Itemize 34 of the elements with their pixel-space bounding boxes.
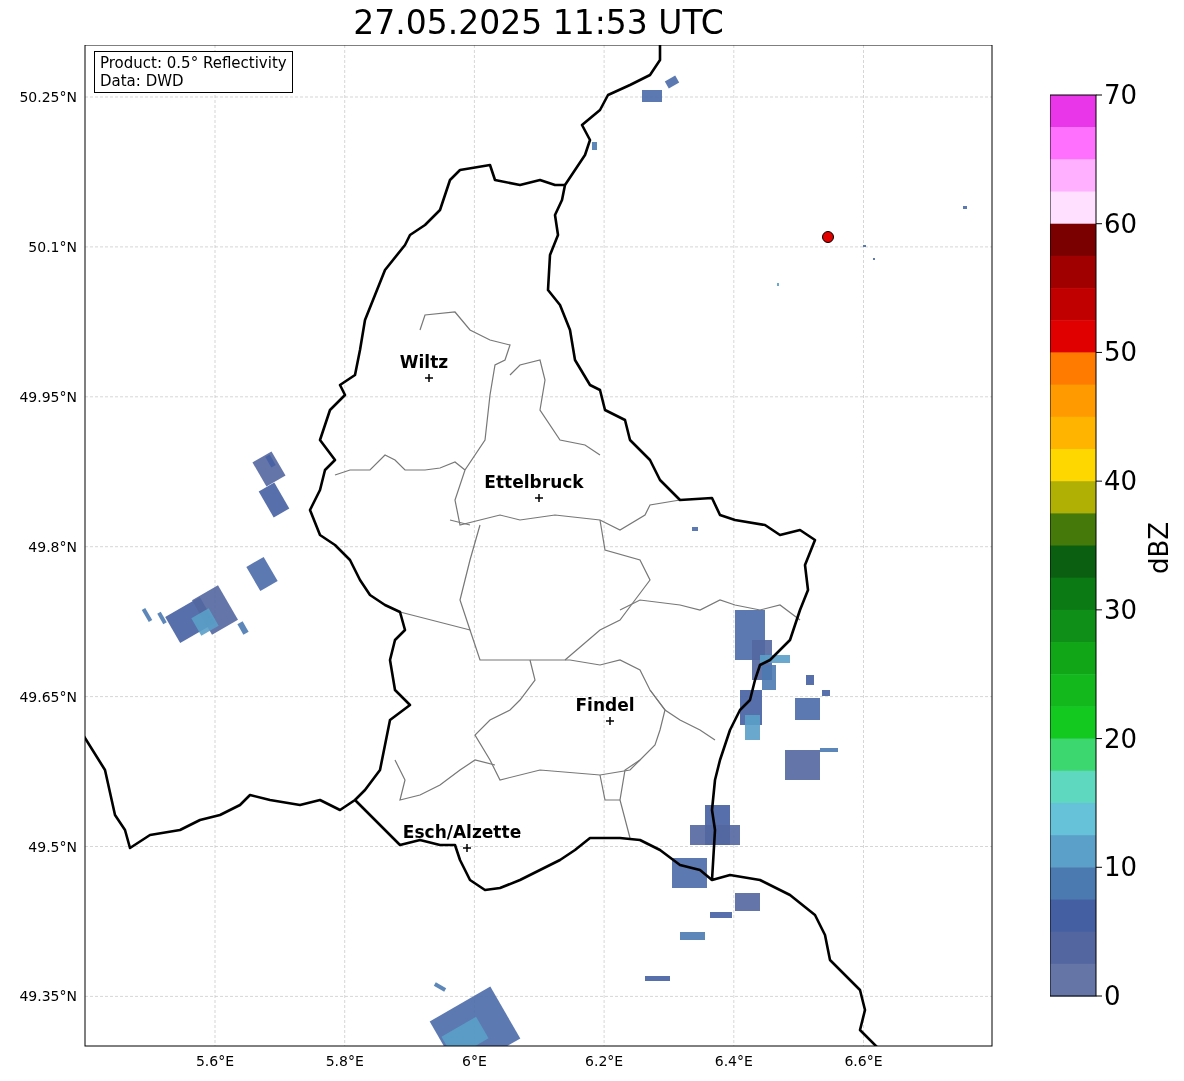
city-marker-icon	[605, 716, 615, 726]
colorbar-tick-label: 60	[1104, 208, 1138, 239]
axis-tick-label: 50.1°N	[28, 238, 77, 255]
colorbar-tick-label: 30	[1104, 594, 1138, 625]
info-text: Product: 0.5° Reflectivity	[100, 54, 287, 72]
city-label: Wiltz	[399, 352, 449, 372]
axis-tick-label: 5.6°E	[195, 1053, 235, 1069]
axis-tick-label: 49.95°N	[19, 388, 77, 405]
info-text: Data: DWD	[100, 72, 185, 90]
axis-tick-label: 6.2°E	[585, 1053, 624, 1069]
colorbar-tick-label: 0	[1104, 981, 1121, 1011]
axis-tick-label: 5.8°E	[325, 1053, 364, 1069]
city-label: Ettelbruck	[484, 472, 584, 492]
city-label: Findel	[575, 695, 635, 715]
colorbar-label: dBZ	[1144, 521, 1174, 575]
axis-tick-label: 6.6°E	[844, 1053, 883, 1069]
city-label: Esch/Alzette	[402, 822, 522, 842]
axis-tick-label: 6°E	[462, 1053, 487, 1069]
axis-tick-label: 6.4°E	[714, 1053, 753, 1069]
colorbar-tick-label: 40	[1104, 466, 1138, 497]
colorbar-tick-label: 50	[1104, 337, 1138, 368]
figure-title: 27.05.2025 11:53 UTC	[353, 3, 724, 44]
axis-tick-label: 50.25°N	[19, 89, 77, 105]
colorbar-tick-label: 20	[1104, 723, 1138, 754]
radar-site-icon	[822, 231, 834, 243]
city-marker-icon	[424, 373, 434, 383]
colorbar-tick-label: 70	[1104, 80, 1138, 110]
city-marker-icon	[462, 843, 472, 853]
axis-tick-label: 49.35°N	[19, 988, 77, 1005]
colorbar-tick-label: 10	[1104, 852, 1138, 883]
axis-tick-label: 49.5°N	[28, 838, 77, 855]
axis-tick-label: 49.8°N	[28, 538, 77, 555]
axis-tick-label: 49.65°N	[19, 688, 77, 705]
city-marker-icon	[534, 493, 544, 503]
